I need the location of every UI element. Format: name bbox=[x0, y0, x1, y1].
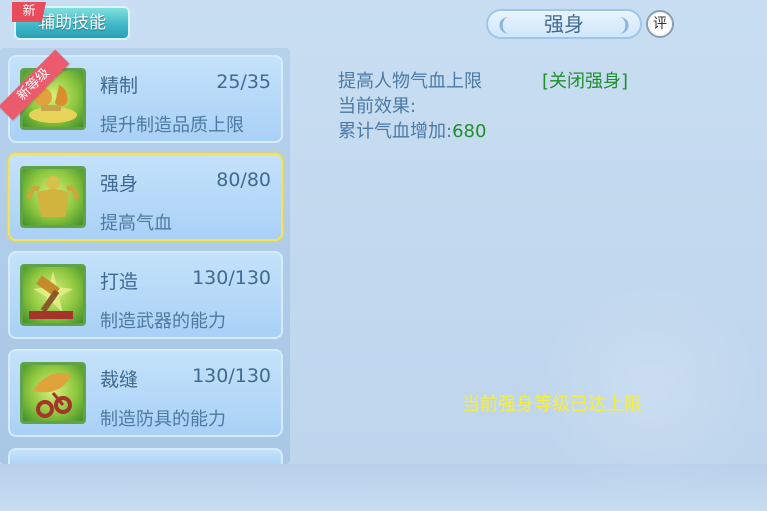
skill-name: 强身 bbox=[100, 173, 139, 195]
skill-card-tailoring[interactable]: 裁缝 130/130 制造防具的能力 bbox=[8, 349, 283, 437]
skill-card-strength[interactable]: 强身 80/80 提高气血 bbox=[8, 153, 283, 241]
detail-title: 强身 bbox=[544, 12, 584, 36]
detail-line-current: 当前效果: bbox=[338, 96, 417, 117]
total-label: 累计气血增加: bbox=[338, 121, 453, 142]
skill-level: 130/130 bbox=[192, 365, 271, 387]
skill-desc: 提高气血 bbox=[100, 213, 172, 234]
total-value: 680 bbox=[452, 121, 487, 142]
strength-icon bbox=[20, 166, 86, 228]
skill-card-refine[interactable]: 新等级 精制 25/35 提升制造品质上限 bbox=[0, 49, 283, 143]
swirl-right-icon: ❩ bbox=[616, 15, 632, 36]
scissors-icon bbox=[20, 362, 86, 424]
skill-desc: 制造武器的能力 bbox=[100, 311, 226, 332]
skill-name: 打造 bbox=[100, 271, 139, 293]
skill-list[interactable]: 新等级 精制 25/35 提升制造品质上限 强身 80/80 提高气血 打造 1… bbox=[0, 48, 290, 464]
skill-level: 80/80 bbox=[216, 169, 271, 191]
detail-line-total: 累计气血增加:680 bbox=[338, 117, 486, 143]
skill-level: 25/35 bbox=[216, 71, 271, 93]
skill-card-partial[interactable] bbox=[8, 448, 283, 464]
skill-name: 裁缝 bbox=[100, 369, 139, 391]
evaluate-button[interactable]: 评 bbox=[640, 4, 680, 44]
detail-line-effect: 提高人物气血上限 bbox=[338, 71, 482, 92]
new-badge: 新 bbox=[12, 2, 46, 22]
max-level-message: 当前强身等级已达上限 bbox=[462, 394, 642, 415]
hammer-icon bbox=[20, 264, 86, 326]
skill-desc: 提升制造品质上限 bbox=[100, 115, 244, 136]
skill-level: 130/130 bbox=[192, 267, 271, 289]
close-strength-link[interactable]: [关闭强身] bbox=[542, 67, 628, 93]
swirl-left-icon: ❨ bbox=[496, 15, 512, 36]
skill-name: 精制 bbox=[100, 75, 139, 97]
tab-label: 辅助技能 bbox=[38, 13, 106, 33]
skill-card-forging[interactable]: 打造 130/130 制造武器的能力 bbox=[8, 251, 283, 339]
skill-desc: 制造防具的能力 bbox=[100, 409, 226, 430]
detail-title-bar: ❨ 强身 ❩ bbox=[486, 9, 642, 39]
